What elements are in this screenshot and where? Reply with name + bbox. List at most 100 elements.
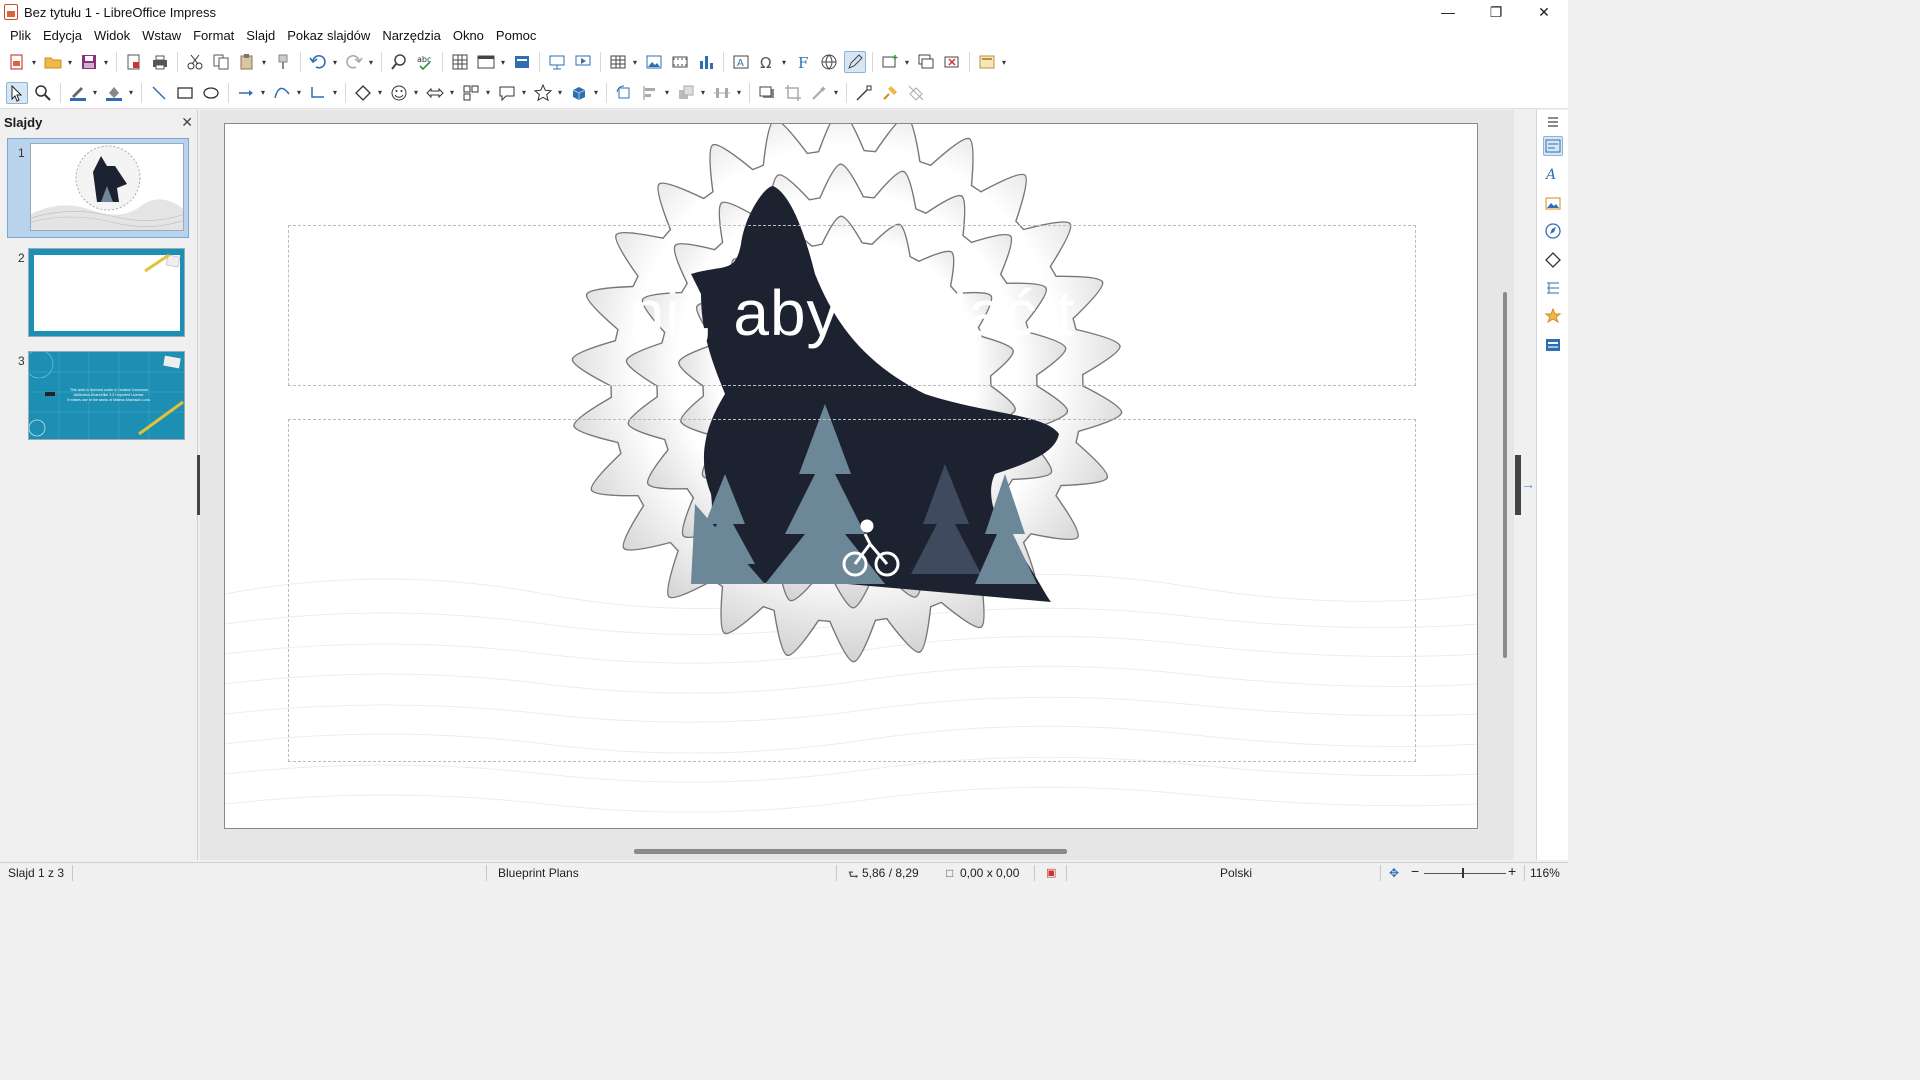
fontwork-icon[interactable]: F <box>792 51 814 73</box>
curve-icon[interactable] <box>271 82 293 104</box>
curve-dropdown-icon[interactable]: ▾ <box>295 82 303 104</box>
horizontal-scrollbar[interactable] <box>634 849 1067 854</box>
close-pane-icon[interactable]: ✕ <box>181 114 193 131</box>
new-slide-icon[interactable] <box>879 51 901 73</box>
select-pointer-icon[interactable] <box>6 81 28 104</box>
undo-dropdown-icon[interactable]: ▾ <box>331 51 339 73</box>
restore-button[interactable]: ❐ <box>1472 0 1520 24</box>
menu-window[interactable]: Okno <box>447 28 490 43</box>
zoom-slider-track[interactable] <box>1424 873 1506 874</box>
special-character-icon[interactable]: Ω <box>756 51 778 73</box>
image-icon[interactable] <box>643 51 665 73</box>
menu-file[interactable]: Plik <box>4 28 37 43</box>
menu-slide[interactable]: Slajd <box>240 28 281 43</box>
ellipse-icon[interactable] <box>200 82 222 104</box>
slide-thumbnail[interactable]: This work is licensed under a Creative C… <box>28 351 185 440</box>
star-icon[interactable] <box>532 82 554 104</box>
basic-shapes-icon[interactable] <box>352 82 374 104</box>
fit-slide-icon[interactable]: ✥ <box>1389 866 1399 880</box>
chart-icon[interactable] <box>695 51 717 73</box>
navigator-icon[interactable] <box>1543 221 1563 241</box>
print-icon[interactable] <box>149 51 171 73</box>
menu-help[interactable]: Pomoc <box>490 28 542 43</box>
toggle-extrusion-icon[interactable] <box>905 82 927 104</box>
paste-dropdown-icon[interactable]: ▾ <box>260 51 268 73</box>
shadow-icon[interactable] <box>756 82 778 104</box>
save-dropdown-icon[interactable]: ▾ <box>102 51 110 73</box>
export-pdf-icon[interactable] <box>123 51 145 73</box>
cut-icon[interactable] <box>184 51 206 73</box>
grid-icon[interactable] <box>449 51 471 73</box>
slide-thumbnail[interactable] <box>28 248 185 337</box>
new-dropdown-icon[interactable]: ▾ <box>30 51 38 73</box>
duplicate-slide-icon[interactable] <box>915 51 937 73</box>
points-icon[interactable] <box>853 82 875 104</box>
flowchart-dropdown-icon[interactable]: ▾ <box>484 82 492 104</box>
open-folder-icon[interactable] <box>42 51 64 73</box>
line-color-dropdown-icon[interactable]: ▾ <box>91 82 99 104</box>
zoom-out-icon[interactable]: − <box>1411 863 1419 879</box>
distribute-dropdown-icon[interactable]: ▾ <box>735 82 743 104</box>
redo-icon[interactable] <box>343 51 365 73</box>
basic-shapes-dropdown-icon[interactable]: ▾ <box>376 82 384 104</box>
glue-points-icon[interactable] <box>879 82 901 104</box>
slide-thumbnail-row[interactable]: 1 <box>0 140 198 236</box>
animation-icon[interactable] <box>1543 306 1563 326</box>
close-button[interactable]: ✕ <box>1520 0 1568 24</box>
zoom-in-icon[interactable]: + <box>1508 863 1516 879</box>
slide-layout-dropdown-icon[interactable]: ▾ <box>1000 51 1008 73</box>
slide-layout-icon[interactable] <box>976 51 998 73</box>
show-draw-functions-icon[interactable] <box>844 51 866 73</box>
filter-icon[interactable] <box>808 82 830 104</box>
arrange-icon[interactable] <box>675 82 697 104</box>
menu-slideshow[interactable]: Pokaz slajdów <box>281 28 376 43</box>
connector-icon[interactable] <box>307 82 329 104</box>
star-dropdown-icon[interactable]: ▾ <box>556 82 564 104</box>
display-views-icon[interactable] <box>475 51 497 73</box>
symbol-shapes-dropdown-icon[interactable]: ▾ <box>412 82 420 104</box>
find-replace-icon[interactable] <box>388 51 410 73</box>
callout-dropdown-icon[interactable]: ▾ <box>520 82 528 104</box>
slide-transition-icon[interactable] <box>1543 278 1563 298</box>
line-icon[interactable] <box>148 82 170 104</box>
gallery-icon[interactable] <box>1543 193 1563 213</box>
properties-icon[interactable] <box>1543 136 1563 156</box>
arrange-dropdown-icon[interactable]: ▾ <box>699 82 707 104</box>
undo-icon[interactable] <box>307 51 329 73</box>
master-slide-name[interactable]: Blueprint Plans <box>498 866 579 880</box>
zoom-pan-icon[interactable] <box>32 82 54 104</box>
crop-icon[interactable] <box>782 82 804 104</box>
slide-thumbnail-row[interactable]: 3 This work is licensed under a Creative… <box>0 348 198 440</box>
3d-objects-icon[interactable] <box>568 82 590 104</box>
menu-edit[interactable]: Edycja <box>37 28 88 43</box>
slide-canvas[interactable]: nij, aby dodać t <box>224 123 1478 829</box>
delete-slide-icon[interactable] <box>941 51 963 73</box>
hyperlink-icon[interactable] <box>818 51 840 73</box>
new-slide-dropdown-icon[interactable]: ▾ <box>903 51 911 73</box>
fill-color-icon[interactable] <box>103 82 125 104</box>
sidebar-expand-arrow-icon[interactable]: → <box>1521 476 1535 492</box>
media-icon[interactable] <box>669 51 691 73</box>
open-dropdown-icon[interactable]: ▾ <box>66 51 74 73</box>
lines-arrows-dropdown-icon[interactable]: ▾ <box>259 82 267 104</box>
zoom-slider-thumb[interactable] <box>1462 868 1464 878</box>
slide-thumbnail[interactable] <box>30 143 184 231</box>
clone-formatting-icon[interactable] <box>272 51 294 73</box>
distribute-icon[interactable] <box>711 82 733 104</box>
master-slides-icon[interactable] <box>1543 335 1563 355</box>
text-box-icon[interactable]: A <box>730 51 752 73</box>
sidebar-menu-icon[interactable] <box>1543 112 1563 132</box>
menu-view[interactable]: Widok <box>88 28 136 43</box>
content-placeholder[interactable] <box>288 419 1416 762</box>
fill-color-dropdown-icon[interactable]: ▾ <box>127 82 135 104</box>
master-slide-icon[interactable] <box>511 51 533 73</box>
special-character-dropdown-icon[interactable]: ▾ <box>780 51 788 73</box>
slide-thumbnail-row[interactable]: 2 <box>0 245 198 337</box>
language-indicator[interactable]: Polski <box>1220 866 1252 880</box>
align-objects-icon[interactable] <box>639 82 661 104</box>
block-arrows-dropdown-icon[interactable]: ▾ <box>448 82 456 104</box>
menu-format[interactable]: Format <box>187 28 240 43</box>
line-color-icon[interactable] <box>67 82 89 104</box>
start-first-slide-icon[interactable] <box>546 51 568 73</box>
new-document-icon[interactable] <box>6 51 28 73</box>
